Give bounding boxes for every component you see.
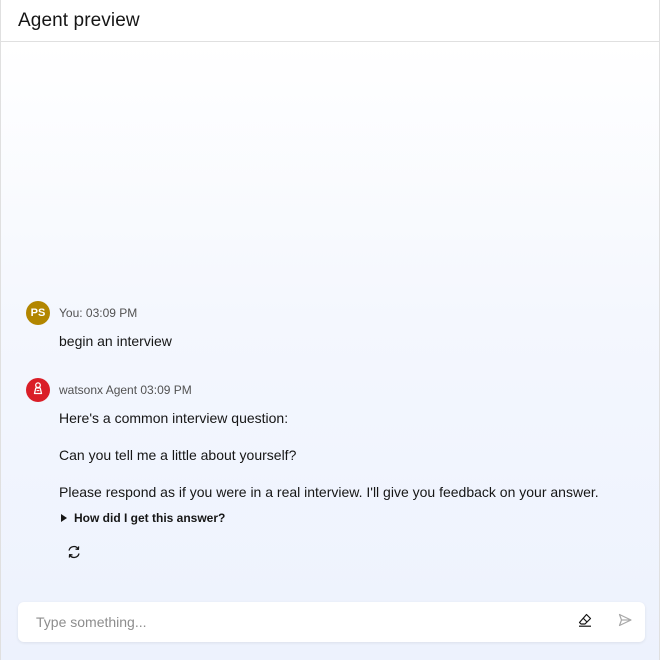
avatar: PS — [26, 301, 50, 325]
panel-header: Agent preview — [1, 0, 659, 42]
avatar — [26, 378, 50, 402]
message-text: Here's a common interview question: — [59, 410, 289, 426]
chat-area: PS You: 03:09 PM begin an interview wats… — [1, 43, 659, 660]
message-header: PS You: 03:09 PM — [26, 301, 639, 325]
message-meta: You: 03:09 PM — [59, 306, 138, 320]
agent-preview-panel: Agent preview PS You: 03:09 PM begin an … — [0, 0, 660, 660]
clear-button[interactable] — [575, 612, 595, 632]
message-meta: watsonx Agent 03:09 PM — [59, 383, 192, 397]
user-message: PS You: 03:09 PM begin an interview — [26, 301, 639, 350]
message-text: Please respond as if you were in a real … — [59, 484, 599, 500]
message-header: watsonx Agent 03:09 PM — [26, 378, 639, 402]
answer-details-label: How did I get this answer? — [74, 511, 226, 525]
answer-details-toggle[interactable]: How did I get this answer? — [60, 511, 639, 525]
regenerate-button[interactable] — [64, 544, 84, 564]
message-input[interactable] — [34, 606, 575, 638]
avatar-initials: PS — [30, 307, 46, 319]
send-icon — [617, 612, 633, 633]
message-body: begin an interview — [59, 332, 639, 350]
message-body: Here's a common interview question: Can … — [59, 409, 639, 501]
agent-message: watsonx Agent 03:09 PM Here's a common i… — [26, 378, 639, 525]
message-text: begin an interview — [59, 333, 172, 349]
message-composer — [18, 602, 645, 642]
page-title: Agent preview — [18, 9, 140, 31]
caret-right-icon — [61, 514, 67, 522]
message-text: Can you tell me a little about yourself? — [59, 447, 297, 463]
watsonx-agent-icon — [31, 381, 45, 400]
send-button[interactable] — [615, 612, 635, 632]
refresh-icon — [66, 544, 82, 565]
eraser-icon — [577, 612, 593, 633]
